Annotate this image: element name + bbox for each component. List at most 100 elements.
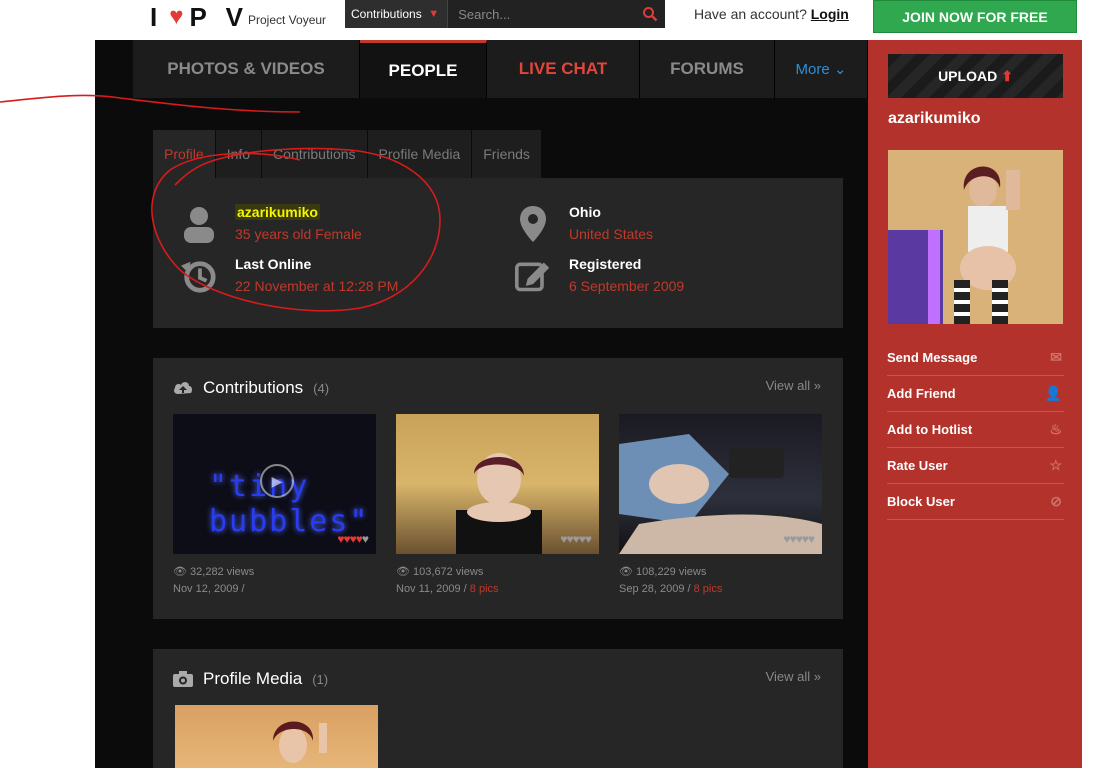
views-count: 32,282 views (190, 566, 255, 578)
nav-people[interactable]: PEOPLE (360, 40, 487, 98)
nav-more[interactable]: More ⌄ (775, 40, 868, 98)
profile-age-gender: 35 years old Female (235, 226, 362, 242)
add-friend-button[interactable]: Add Friend 👤 (887, 376, 1064, 412)
star-icon: ☆ (1049, 457, 1062, 473)
add-to-hotlist-label: Add to Hotlist (887, 422, 973, 437)
tab-profile-media[interactable]: Profile Media (367, 130, 473, 178)
contributions-title: Contributions (203, 378, 304, 397)
pics-link[interactable]: 8 pics (470, 583, 499, 595)
post-date: Nov 12, 2009 / (173, 583, 245, 595)
logo-i: I (150, 1, 164, 32)
cloud-upload-icon (174, 382, 193, 394)
account-prompt: Have an account? Login (694, 6, 849, 22)
profile-media-section: Profile Media (1) View all » (153, 649, 843, 768)
upload-button[interactable]: UPLOAD ⬆ (888, 54, 1063, 98)
contributions-view-all[interactable]: View all » (766, 378, 821, 393)
sidebar: UPLOAD ⬆ azarikumiko Send Message ✉ Add … (868, 40, 1082, 768)
contributions-count: (4) (313, 380, 330, 396)
last-online-label: Last Online (235, 256, 312, 272)
info-last-online: Last Online 22 November at 12:28 PM (181, 256, 398, 296)
chevron-down-icon: ▼ (428, 8, 440, 20)
history-icon (181, 256, 217, 296)
main-nav: PHOTOS & VIDEOS PEOPLE LIVE CHAT FORUMS … (133, 40, 868, 98)
info-user: azarikumiko 35 years old Female (181, 204, 362, 244)
user-icon (181, 204, 217, 244)
contribution-meta-3: 👁 108,229 views Sep 28, 2009 / 8 pics (619, 565, 722, 600)
rating-hearts: ♥♥♥♥♥ (560, 532, 592, 546)
info-registered: Registered 6 September 2009 (515, 256, 684, 296)
send-message-button[interactable]: Send Message ✉ (887, 340, 1064, 376)
registered-label: Registered (569, 256, 642, 272)
contributions-section: Contributions (4) View all » "tiny bubbl… (153, 358, 843, 619)
top-bar: I ♥ P V Project Voyeur Contributions ▼ H… (0, 0, 1096, 40)
profile-info-panel: azarikumiko 35 years old Female Last Onl… (153, 178, 843, 328)
upload-arrow-icon: ⬆ (1001, 67, 1013, 84)
pics-link[interactable]: 8 pics (694, 583, 723, 595)
search-button[interactable] (634, 0, 665, 28)
account-prompt-text: Have an account? (694, 6, 807, 22)
tab-contributions[interactable]: Contributions (262, 130, 368, 178)
add-user-icon: 👤 (1044, 385, 1062, 401)
block-user-label: Block User (887, 494, 955, 509)
search-category-select[interactable]: Contributions ▼ (345, 0, 449, 28)
flame-icon: ♨ (1049, 421, 1062, 437)
page: I ♥ P V Project Voyeur Contributions ▼ H… (0, 0, 1096, 768)
profile-tabs: Profile Info Contributions Profile Media… (153, 130, 542, 178)
send-message-label: Send Message (887, 350, 978, 365)
post-date: Nov 11, 2009 / (396, 583, 467, 595)
search-input[interactable] (448, 0, 635, 28)
block-icon: ⊘ (1050, 493, 1062, 509)
registered-value: 6 September 2009 (569, 278, 685, 294)
upload-label: UPLOAD (938, 68, 998, 84)
play-icon: ▶ (260, 464, 294, 498)
contribution-thumb-3[interactable]: ♥♥♥♥♥ (619, 414, 822, 554)
contribution-thumb-1[interactable]: "tiny bubbles" ▶ ♥♥♥♥♥ (173, 414, 376, 554)
views-count: 103,672 views (413, 566, 484, 578)
contributions-header: Contributions (4) (173, 378, 329, 398)
profile-photo-image (888, 150, 1063, 324)
profile-media-header: Profile Media (1) (173, 669, 328, 689)
profile-media-count: (1) (312, 671, 329, 687)
views-count: 108,229 views (636, 566, 707, 578)
eye-icon: 👁 (396, 566, 410, 578)
add-friend-label: Add Friend (887, 386, 956, 401)
tab-friends[interactable]: Friends (472, 130, 542, 178)
edit-icon (515, 256, 551, 296)
rate-user-label: Rate User (887, 458, 948, 473)
heart-icon: ♥ (169, 3, 184, 30)
portrait-photo (273, 721, 327, 763)
profile-media-thumb[interactable] (175, 705, 378, 768)
location-country: United States (569, 226, 654, 242)
nav-live-chat[interactable]: LIVE CHAT (487, 40, 640, 98)
join-button[interactable]: JOIN NOW FOR FREE (873, 0, 1077, 33)
contribution-thumb-2[interactable]: ♥♥♥♥♥ (396, 414, 599, 554)
sidebar-actions: Send Message ✉ Add Friend 👤 Add to Hotli… (887, 340, 1064, 520)
logo-subtitle: Project Voyeur (248, 13, 327, 27)
contribution-meta-1: 👁 32,282 views Nov 12, 2009 / (173, 565, 254, 600)
tab-profile[interactable]: Profile (153, 130, 216, 178)
post-date: Sep 28, 2009 / (619, 583, 691, 595)
site-logo[interactable]: I ♥ P V (150, 2, 249, 32)
envelope-icon: ✉ (1050, 349, 1062, 365)
profile-photo[interactable] (888, 150, 1063, 324)
location-pin-icon (515, 204, 551, 244)
block-user-button[interactable]: Block User ⊘ (887, 484, 1064, 520)
eye-icon: 👁 (619, 566, 633, 578)
rate-user-button[interactable]: Rate User ☆ (887, 448, 1064, 484)
camera-icon (173, 671, 193, 687)
tab-info[interactable]: Info (215, 130, 263, 178)
rating-hearts: ♥♥♥♥♥ (783, 532, 815, 546)
location-city: Ohio (569, 204, 601, 220)
profile-media-view-all[interactable]: View all » (766, 669, 821, 684)
search-icon (642, 7, 657, 22)
add-to-hotlist-button[interactable]: Add to Hotlist ♨ (887, 412, 1064, 448)
contribution-meta-2: 👁 103,672 views Nov 11, 2009 / 8 pics (396, 565, 499, 600)
sidebar-username: azarikumiko (888, 110, 981, 127)
username-text: azarikumiko (235, 204, 320, 220)
nav-photos-videos[interactable]: PHOTOS & VIDEOS (133, 40, 360, 98)
nav-forums[interactable]: FORUMS (640, 40, 775, 98)
last-online-value: 22 November at 12:28 PM (235, 278, 399, 294)
profile-username: azarikumiko (235, 204, 362, 220)
profile-media-title: Profile Media (203, 669, 303, 688)
login-link[interactable]: Login (811, 6, 849, 22)
